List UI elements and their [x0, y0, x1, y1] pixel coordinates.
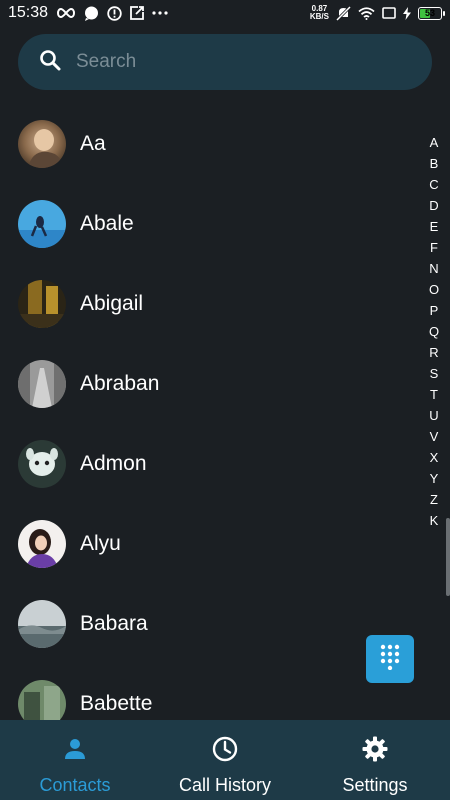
nav-call-history[interactable]: Call History — [150, 720, 300, 800]
contact-name: Aa — [80, 132, 106, 155]
alphabet-letter[interactable]: E — [424, 216, 444, 237]
nav-label: Contacts — [39, 775, 111, 795]
alphabet-letter[interactable]: S — [424, 363, 444, 384]
screen-icon — [382, 7, 396, 19]
contact-item[interactable]: Babette — [0, 664, 420, 720]
contact-avatar — [18, 200, 66, 248]
alphabet-letter[interactable]: P — [424, 300, 444, 321]
contact-name: Babara — [80, 612, 148, 635]
contact-avatar — [18, 440, 66, 488]
contact-item[interactable]: Babara — [0, 584, 420, 664]
upload-icon — [130, 6, 144, 20]
contact-list[interactable]: Aa Abale Abigail Abraban Admon Alyu Baba… — [0, 104, 420, 720]
alphabet-letter[interactable]: N — [424, 258, 444, 279]
alphabet-letter[interactable]: Z — [424, 489, 444, 510]
alphabet-letter[interactable]: V — [424, 426, 444, 447]
network-speed-unit: KB/S — [309, 12, 329, 21]
contact-item[interactable]: Abale — [0, 184, 420, 264]
alert-icon — [107, 5, 122, 21]
gear-icon — [362, 736, 388, 767]
contact-item[interactable]: Admon — [0, 424, 420, 504]
contact-item[interactable]: Alyu — [0, 504, 420, 584]
contact-name: Abraban — [80, 372, 160, 395]
alphabet-letter[interactable]: A — [424, 132, 444, 153]
contact-avatar — [18, 360, 66, 408]
contact-avatar — [18, 600, 66, 648]
mute-icon — [336, 5, 351, 21]
search-icon — [38, 48, 62, 77]
nav-contacts[interactable]: Contacts — [0, 720, 150, 800]
clock-icon — [212, 736, 238, 767]
alphabet-letter[interactable]: B — [424, 153, 444, 174]
wifi-icon — [358, 6, 375, 20]
contact-item[interactable]: Abraban — [0, 344, 420, 424]
alphabet-letter[interactable]: K — [424, 510, 444, 531]
contact-name: Alyu — [80, 532, 121, 555]
alphabet-letter[interactable]: T — [424, 384, 444, 405]
person-icon — [62, 736, 88, 767]
alphabet-letter[interactable]: C — [424, 174, 444, 195]
nav-settings[interactable]: Settings — [300, 720, 450, 800]
scrollbar-thumb[interactable] — [446, 518, 450, 596]
contact-avatar — [18, 520, 66, 568]
alphabet-index[interactable]: ABCDEFNOPQRSTUVXYZK — [424, 132, 444, 531]
bottom-nav: Contacts Call History Settings — [0, 720, 450, 800]
contact-name: Admon — [80, 452, 147, 475]
contact-name: Abale — [80, 212, 134, 235]
status-time: 15:38 — [8, 4, 49, 21]
contact-avatar — [18, 680, 66, 720]
alphabet-letter[interactable]: O — [424, 279, 444, 300]
nav-label: Call History — [178, 775, 271, 795]
infinity-icon — [56, 7, 76, 19]
more-dots-icon — [152, 11, 168, 15]
contact-item[interactable]: Aa — [0, 104, 420, 184]
dialpad-icon — [380, 644, 400, 675]
search-input[interactable] — [76, 51, 396, 73]
alphabet-letter[interactable]: X — [424, 447, 444, 468]
contact-name: Babette — [80, 692, 153, 715]
nav-label: Settings — [342, 775, 408, 795]
contact-name: Abigail — [80, 292, 144, 315]
alphabet-letter[interactable]: F — [424, 237, 444, 258]
battery-indicator: 53 — [418, 6, 445, 20]
chat-bubble-icon — [84, 6, 99, 21]
status-bar: 15:38 0.87 KB/S 53 — [0, 0, 450, 26]
contact-item[interactable]: Abigail — [0, 264, 420, 344]
alphabet-letter[interactable]: Y — [424, 468, 444, 489]
search-bar[interactable] — [18, 34, 432, 90]
network-speed: 0.87 KB/S — [310, 5, 329, 21]
charging-icon — [403, 6, 411, 20]
alphabet-letter[interactable]: Q — [424, 321, 444, 342]
alphabet-letter[interactable]: D — [424, 195, 444, 216]
battery-level: 53 — [424, 8, 435, 18]
alphabet-letter[interactable]: U — [424, 405, 444, 426]
alphabet-letter[interactable]: R — [424, 342, 444, 363]
contact-avatar — [18, 120, 66, 168]
contact-avatar — [18, 280, 66, 328]
dialpad-button[interactable] — [366, 635, 414, 683]
